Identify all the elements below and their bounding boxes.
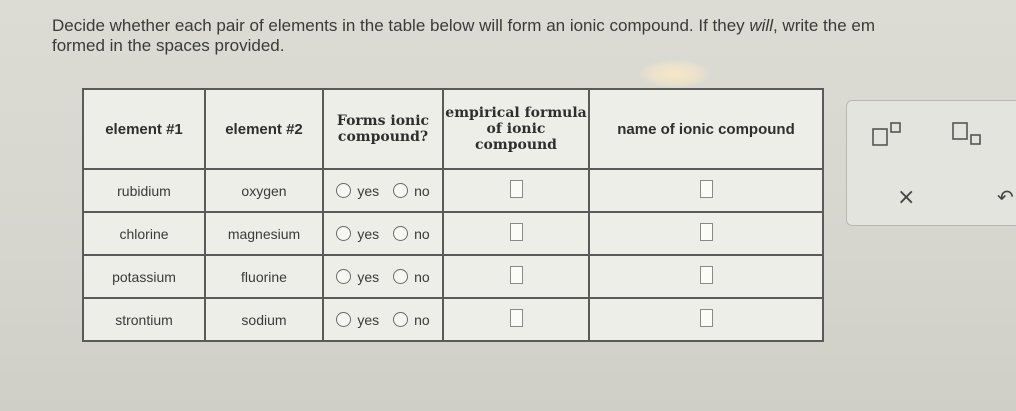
- subscript-icon[interactable]: [951, 121, 991, 147]
- superscript-icon[interactable]: [871, 121, 911, 147]
- yes-radio[interactable]: [336, 269, 352, 284]
- table-header-row: element #1 element #2 Forms ionic compou…: [82, 88, 824, 170]
- no-option[interactable]: no: [393, 312, 430, 328]
- table-row: rubidium oxygen yes no: [82, 168, 824, 213]
- instructions-text-tail: , write the em: [772, 16, 876, 35]
- compound-table: element #1 element #2 Forms ionic compou…: [82, 88, 824, 342]
- name-cell: [588, 211, 824, 256]
- yes-label: yes: [357, 182, 380, 199]
- instructions-line-2: formed in the spaces provided.: [52, 36, 285, 55]
- header-element-1: element #1: [82, 88, 206, 170]
- no-option[interactable]: no: [393, 226, 430, 242]
- element-1-cell: chlorine: [82, 211, 206, 256]
- element-2-cell: sodium: [204, 297, 324, 342]
- no-option[interactable]: no: [393, 183, 430, 199]
- formula-input[interactable]: [509, 180, 523, 198]
- instructions-line-1: Decide whether each pair of elements in …: [52, 16, 1016, 36]
- no-radio[interactable]: [393, 183, 409, 198]
- no-label: no: [414, 268, 430, 285]
- name-input[interactable]: [699, 266, 713, 284]
- no-option[interactable]: no: [393, 269, 430, 285]
- yes-radio[interactable]: [336, 312, 352, 327]
- no-radio[interactable]: [393, 226, 409, 241]
- no-radio[interactable]: [393, 312, 409, 327]
- forms-ionic-radios: yes no: [324, 269, 442, 285]
- forms-ionic-cell: yes no: [322, 297, 444, 342]
- yes-option[interactable]: yes: [336, 312, 379, 328]
- yes-label: yes: [357, 268, 380, 285]
- formula-input[interactable]: [509, 266, 523, 284]
- formula-cell: [442, 168, 590, 213]
- table-row: chlorine magnesium yes no: [82, 211, 824, 256]
- header-forms-ionic: Forms ionic compound?: [322, 88, 444, 170]
- instructions-emphasis: will: [749, 16, 773, 35]
- formula-cell: [442, 254, 590, 299]
- yes-option[interactable]: yes: [336, 269, 379, 285]
- yes-label: yes: [357, 225, 380, 242]
- no-label: no: [414, 311, 430, 328]
- yes-radio[interactable]: [336, 183, 352, 198]
- header-empirical-formula: empirical formula of ionic compound: [442, 88, 590, 170]
- formula-input[interactable]: [509, 309, 523, 327]
- element-2-cell: magnesium: [204, 211, 324, 256]
- yes-option[interactable]: yes: [336, 183, 379, 199]
- no-label: no: [414, 182, 430, 199]
- element-1-cell: rubidium: [82, 168, 206, 213]
- forms-ionic-radios: yes no: [324, 312, 442, 328]
- forms-ionic-cell: yes no: [322, 254, 444, 299]
- name-cell: [588, 297, 824, 342]
- forms-ionic-cell: yes no: [322, 211, 444, 256]
- element-1-cell: strontium: [82, 297, 206, 342]
- name-cell: [588, 254, 824, 299]
- no-radio[interactable]: [393, 269, 409, 284]
- header-compound-name: name of ionic compound: [588, 88, 824, 170]
- name-cell: [588, 168, 824, 213]
- forms-ionic-radios: yes no: [324, 226, 442, 242]
- element-2-cell: fluorine: [204, 254, 324, 299]
- formula-toolbar: × ↶: [846, 100, 1016, 226]
- forms-ionic-radios: yes no: [324, 183, 442, 199]
- yes-radio[interactable]: [336, 226, 352, 241]
- element-2-cell: oxygen: [204, 168, 324, 213]
- name-input[interactable]: [699, 309, 713, 327]
- yes-label: yes: [357, 311, 380, 328]
- clear-icon[interactable]: ×: [897, 185, 915, 210]
- table-row: strontium sodium yes no: [82, 297, 824, 342]
- forms-ionic-cell: yes no: [322, 168, 444, 213]
- formula-input[interactable]: [509, 223, 523, 241]
- table-row: potassium fluorine yes no: [82, 254, 824, 299]
- header-element-2: element #2: [204, 88, 324, 170]
- formula-cell: [442, 297, 590, 342]
- name-input[interactable]: [699, 180, 713, 198]
- instructions: Decide whether each pair of elements in …: [52, 16, 1016, 56]
- formula-cell: [442, 211, 590, 256]
- instructions-text: Decide whether each pair of elements in …: [52, 16, 750, 35]
- yes-option[interactable]: yes: [336, 226, 379, 242]
- undo-icon[interactable]: ↶: [997, 185, 1014, 209]
- name-input[interactable]: [699, 223, 713, 241]
- screen-glare: [640, 60, 710, 88]
- element-1-cell: potassium: [82, 254, 206, 299]
- no-label: no: [414, 225, 430, 242]
